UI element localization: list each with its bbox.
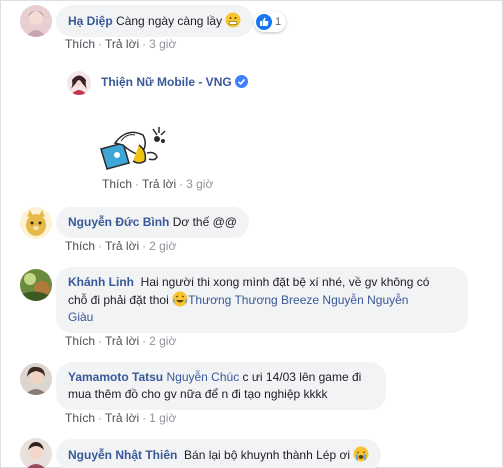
timestamp[interactable]: 2 giờ — [149, 334, 176, 348]
like-link[interactable]: Thích — [65, 411, 95, 425]
page-author: Thiện Nữ Mobile - VNG — [101, 74, 248, 90]
reaction-count: 1 — [275, 16, 282, 28]
sticker-image — [97, 121, 177, 171]
comment-text: Dơ thế @@ — [172, 215, 237, 229]
reply-link[interactable]: Trả lời — [105, 239, 139, 253]
like-link[interactable]: Thích — [65, 334, 95, 348]
avatar[interactable] — [20, 363, 52, 395]
verified-badge-icon — [234, 75, 248, 88]
comment-bubble: Hạ Diệp Càng ngày càng lầy — [56, 5, 254, 37]
avatar[interactable] — [67, 71, 91, 95]
like-reaction-icon — [256, 14, 272, 30]
mention-link[interactable]: Giàu — [68, 310, 93, 324]
timestamp[interactable]: 2 giờ — [149, 239, 176, 253]
reply-link[interactable]: Trả lời — [105, 334, 139, 348]
comment-bubble: Nguyễn Nhật Thiên Bán lại bộ khuynh thàn… — [56, 439, 382, 468]
comment-actions: Thích · Trả lời · 3 giờ — [65, 37, 177, 51]
reply-link[interactable]: Trả lời — [105, 411, 139, 425]
commenter-name[interactable]: Thiện Nữ Mobile - VNG — [101, 75, 232, 89]
reaction-badge[interactable]: 1 — [254, 12, 287, 32]
comment-actions: Thích · Trả lời · 2 giờ — [65, 239, 177, 253]
laughing-emoji-icon — [172, 291, 188, 307]
comment-text: Càng ngày càng lầy — [116, 14, 223, 28]
crying-emoji-icon — [353, 446, 369, 462]
avatar[interactable] — [20, 5, 52, 37]
grimace-emoji-icon — [225, 12, 241, 28]
commenter-name[interactable]: Hạ Diệp — [68, 14, 113, 28]
mention-link[interactable]: Nguyễn Chúc — [166, 370, 239, 384]
like-link[interactable]: Thích — [65, 37, 95, 51]
comment-actions: Thích · Trả lời · 3 giờ — [102, 177, 214, 191]
comment-bubble: Khánh Linh Hai người thi xong mình đặt b… — [56, 267, 468, 333]
comment-bubble: Nguyễn Đức Bình Dơ thế @@ — [56, 207, 249, 238]
commenter-name[interactable]: Nguyễn Đức Bình — [68, 215, 169, 229]
comment-text: mua thêm đồ cho gv nữa để n đi tạo nghiệ… — [68, 387, 328, 401]
like-link[interactable]: Thích — [102, 177, 132, 191]
commenter-name[interactable]: Khánh Linh — [68, 275, 134, 289]
reply-link[interactable]: Trả lời — [142, 177, 176, 191]
avatar[interactable] — [20, 207, 52, 239]
commenter-name[interactable]: Nguyễn Nhật Thiên — [68, 448, 177, 462]
timestamp[interactable]: 3 giờ — [149, 37, 176, 51]
avatar[interactable] — [20, 438, 52, 468]
avatar[interactable] — [20, 269, 52, 301]
comment-actions: Thích · Trả lời · 1 giờ — [65, 411, 177, 425]
comments-panel: Hạ Diệp Càng ngày càng lầy 1 Thích · Trả l… — [0, 0, 503, 468]
comment-text: Bán lại bộ khuynh thành Lép ơi — [184, 448, 351, 462]
timestamp[interactable]: 1 giờ — [149, 411, 176, 425]
comment-bubble: Yamamoto Tatsu Nguyễn Chúc c ưi 14/03 lê… — [56, 362, 386, 410]
comment-text: c ưi 14/03 lên game đi — [242, 370, 362, 384]
comment-text: chỗ đi phải đặt thoi — [68, 293, 169, 307]
mention-link[interactable]: Thương Thương Breeze Nguyễn Nguyễn — [188, 293, 408, 307]
comment-text: Hai người thi xong mình đặt bệ xí nhé, v… — [140, 275, 430, 289]
reply-link[interactable]: Trả lời — [105, 37, 139, 51]
like-link[interactable]: Thích — [65, 239, 95, 253]
timestamp[interactable]: 3 giờ — [186, 177, 213, 191]
comment-actions: Thích · Trả lời · 2 giờ — [65, 334, 177, 348]
commenter-name[interactable]: Yamamoto Tatsu — [68, 370, 163, 384]
